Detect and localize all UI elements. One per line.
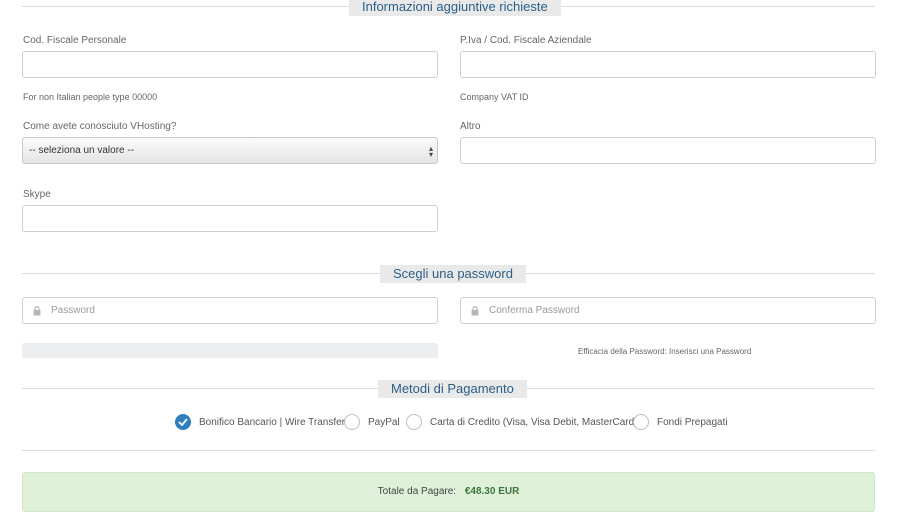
total-box: Totale da Pagare: €48.30 EUR xyxy=(22,472,875,512)
radio-unchecked[interactable] xyxy=(344,414,360,430)
piva-label: P.Iva / Cod. Fiscale Aziendale xyxy=(460,35,592,46)
section-title-additional-info: Informazioni aggiuntive richieste xyxy=(349,0,561,16)
confirm-password-field[interactable]: Conferma Password xyxy=(460,297,876,324)
payment-option-label: PayPal xyxy=(368,416,400,428)
password-strength-text: Efficacia della Password: Inserisci una … xyxy=(578,347,752,356)
altro-input[interactable] xyxy=(460,137,876,164)
payment-option-carta[interactable]: Carta di Credito (Visa, Visa Debit, Mast… xyxy=(406,412,638,432)
altro-label: Altro xyxy=(460,121,481,132)
radio-checked[interactable] xyxy=(175,414,191,430)
section-divider-bottom xyxy=(22,450,875,451)
payment-option-label: Bonifico Bancario | Wire Transfer xyxy=(199,416,345,428)
how-known-select[interactable]: -- seleziona un valore -- ▴ ▾ xyxy=(22,137,438,164)
total-amount: €48.30 EUR xyxy=(464,486,520,497)
section-title-password: Scegli una password xyxy=(380,265,526,283)
total-text: Totale da Pagare: €48.30 EUR xyxy=(23,486,874,497)
section-title-payment: Metodi di Pagamento xyxy=(378,380,527,398)
total-label: Totale da Pagare: xyxy=(377,486,457,497)
payment-option-bonifico[interactable]: Bonifico Bancario | Wire Transfer xyxy=(175,412,345,432)
lock-icon xyxy=(471,306,479,316)
payment-option-paypal[interactable]: PayPal xyxy=(344,412,400,432)
how-known-selected-value: -- seleziona un valore -- xyxy=(29,145,135,156)
skype-label: Skype xyxy=(23,189,51,200)
confirm-password-placeholder: Conferma Password xyxy=(489,305,580,316)
password-strength-bar xyxy=(22,343,438,358)
skype-input[interactable] xyxy=(22,205,438,232)
cod-fiscale-help: For non Italian people type 00000 xyxy=(23,92,158,102)
payment-option-fondi[interactable]: Fondi Prepagati xyxy=(633,412,728,432)
check-icon xyxy=(178,418,188,426)
radio-unchecked[interactable] xyxy=(406,414,422,430)
cod-fiscale-label: Cod. Fiscale Personale xyxy=(23,35,127,46)
lock-icon xyxy=(33,306,41,316)
payment-option-label: Fondi Prepagati xyxy=(657,416,728,428)
piva-input[interactable] xyxy=(460,51,876,78)
how-known-label: Come avete conosciuto VHosting? xyxy=(23,121,177,132)
password-field[interactable]: Password xyxy=(22,297,438,324)
payment-option-label: Carta di Credito (Visa, Visa Debit, Mast… xyxy=(430,416,638,428)
piva-help: Company VAT ID xyxy=(460,92,529,102)
select-arrows-icon: ▴ ▾ xyxy=(428,144,433,159)
radio-unchecked[interactable] xyxy=(633,414,649,430)
password-placeholder: Password xyxy=(51,305,95,316)
cod-fiscale-input[interactable] xyxy=(22,51,438,78)
